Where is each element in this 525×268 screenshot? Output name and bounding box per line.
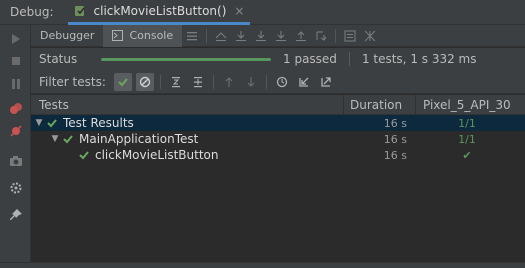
sort-alphabetically-icon[interactable] — [167, 73, 185, 91]
settings-icon[interactable] — [8, 180, 24, 196]
debug-titlebar: Debug: clickMovieListButton() × — [0, 0, 525, 25]
debug-label: Debug: — [10, 5, 54, 19]
passed-check-icon — [45, 117, 59, 129]
device-result: 1/1 — [458, 132, 476, 146]
left-toolbar — [0, 25, 31, 268]
device-result: ✔ — [462, 148, 472, 162]
step-into-icon[interactable] — [252, 27, 270, 45]
passed-check-icon — [77, 149, 91, 161]
test-name: clickMovieListButton — [95, 148, 219, 162]
tab-debugger-label: Debugger — [40, 29, 95, 42]
status-label: Status — [39, 52, 78, 66]
test-progress-bar — [101, 57, 271, 61]
camera-icon[interactable] — [8, 153, 24, 169]
column-tests[interactable]: Tests — [31, 95, 343, 115]
table-row[interactable]: clickMovieListButton 16 s ✔ — [31, 147, 525, 163]
step-over-icon[interactable] — [232, 27, 250, 45]
filter-label: Filter tests: — [39, 74, 106, 89]
tab-console[interactable]: Console — [103, 24, 183, 47]
show-execution-point-icon[interactable] — [212, 27, 230, 45]
rerun-icon[interactable] — [8, 31, 24, 47]
step-out-icon[interactable] — [292, 27, 310, 45]
debug-subtabs: Debugger Console — [31, 24, 525, 47]
force-step-into-icon[interactable] — [272, 27, 290, 45]
menu-icon[interactable] — [183, 27, 201, 45]
test-duration: 16 s — [383, 132, 407, 146]
table-row[interactable]: ▼ Test Results 16 s 1/1 — [31, 115, 525, 131]
console-icon — [112, 30, 124, 41]
test-config-icon — [74, 4, 88, 18]
trace-icon[interactable] — [361, 27, 379, 45]
chevron-down-icon[interactable]: ▼ — [33, 118, 45, 128]
tree-cell: clickMovieListButton — [31, 148, 343, 162]
test-name: Test Results — [63, 116, 134, 130]
toolbar-divider — [335, 28, 337, 43]
test-duration: 16 s — [383, 148, 407, 162]
bottom-tool-window-bar — [0, 262, 525, 268]
table-row[interactable]: ▼ MainApplicationTest 16 s 1/1 — [31, 131, 525, 147]
test-name: MainApplicationTest — [79, 132, 199, 146]
tab-console-label: Console — [129, 29, 174, 42]
device-result: 1/1 — [458, 116, 476, 130]
show-passed-icon[interactable] — [113, 72, 132, 91]
show-ignored-icon[interactable] — [135, 72, 154, 91]
toolbar-divider — [206, 28, 208, 43]
column-duration[interactable]: Duration — [343, 94, 415, 115]
next-failed-icon[interactable] — [242, 73, 260, 91]
tree-cell: ▼ MainApplicationTest — [31, 132, 343, 146]
test-summary: 1 tests, 1 s 332 ms — [361, 52, 477, 66]
close-icon[interactable]: × — [234, 4, 244, 18]
drop-frame-icon[interactable] — [312, 27, 330, 45]
column-device[interactable]: Pixel_5_API_30 — [415, 94, 525, 115]
stop-icon[interactable] — [8, 53, 24, 69]
evaluate-expression-icon[interactable] — [341, 27, 359, 45]
mute-breakpoints-icon[interactable] — [8, 123, 24, 139]
passed-check-icon — [61, 133, 75, 145]
tab-title: clickMovieListButton() — [93, 3, 227, 18]
tree-cell: ▼ Test Results — [31, 116, 343, 130]
pin-icon[interactable] — [8, 207, 24, 223]
import-tests-icon[interactable] — [295, 73, 313, 91]
chevron-down-icon[interactable]: ▼ — [49, 134, 61, 144]
passed-count: 1 passed — [283, 52, 350, 66]
table-header: Tests Duration Pixel_5_API_30 — [31, 94, 525, 115]
toolbar-divider — [212, 74, 214, 89]
pause-icon[interactable] — [8, 76, 24, 92]
tab-click-movie-list-button[interactable]: clickMovieListButton() × — [67, 0, 251, 25]
toolbar-divider — [265, 74, 267, 89]
filter-toolbar: Filter tests: — [31, 70, 525, 94]
toolbar-divider — [159, 74, 161, 89]
test-history-icon[interactable] — [273, 73, 291, 91]
tab-debugger[interactable]: Debugger — [31, 25, 103, 47]
status-row: Status 1 passed 1 tests, 1 s 332 ms — [31, 48, 525, 70]
export-tests-icon[interactable] — [317, 73, 335, 91]
sort-by-duration-icon[interactable] — [189, 73, 207, 91]
test-duration: 16 s — [383, 116, 407, 130]
test-results-table: Tests Duration Pixel_5_API_30 ▼ Test Res… — [31, 94, 525, 268]
previous-failed-icon[interactable] — [220, 73, 238, 91]
view-breakpoints-icon[interactable] — [8, 101, 24, 117]
